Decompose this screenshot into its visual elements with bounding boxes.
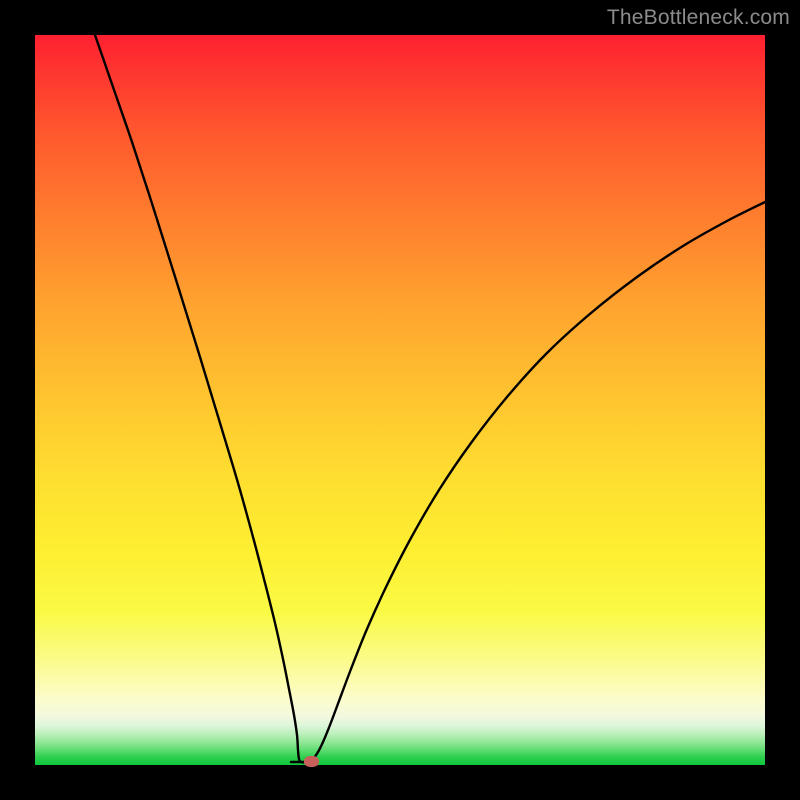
watermark-text: TheBottleneck.com — [607, 6, 790, 30]
curve-path — [95, 35, 765, 762]
chart-frame: TheBottleneck.com — [0, 0, 800, 800]
optimal-point-marker — [304, 756, 319, 767]
bottleneck-curve — [35, 35, 765, 765]
